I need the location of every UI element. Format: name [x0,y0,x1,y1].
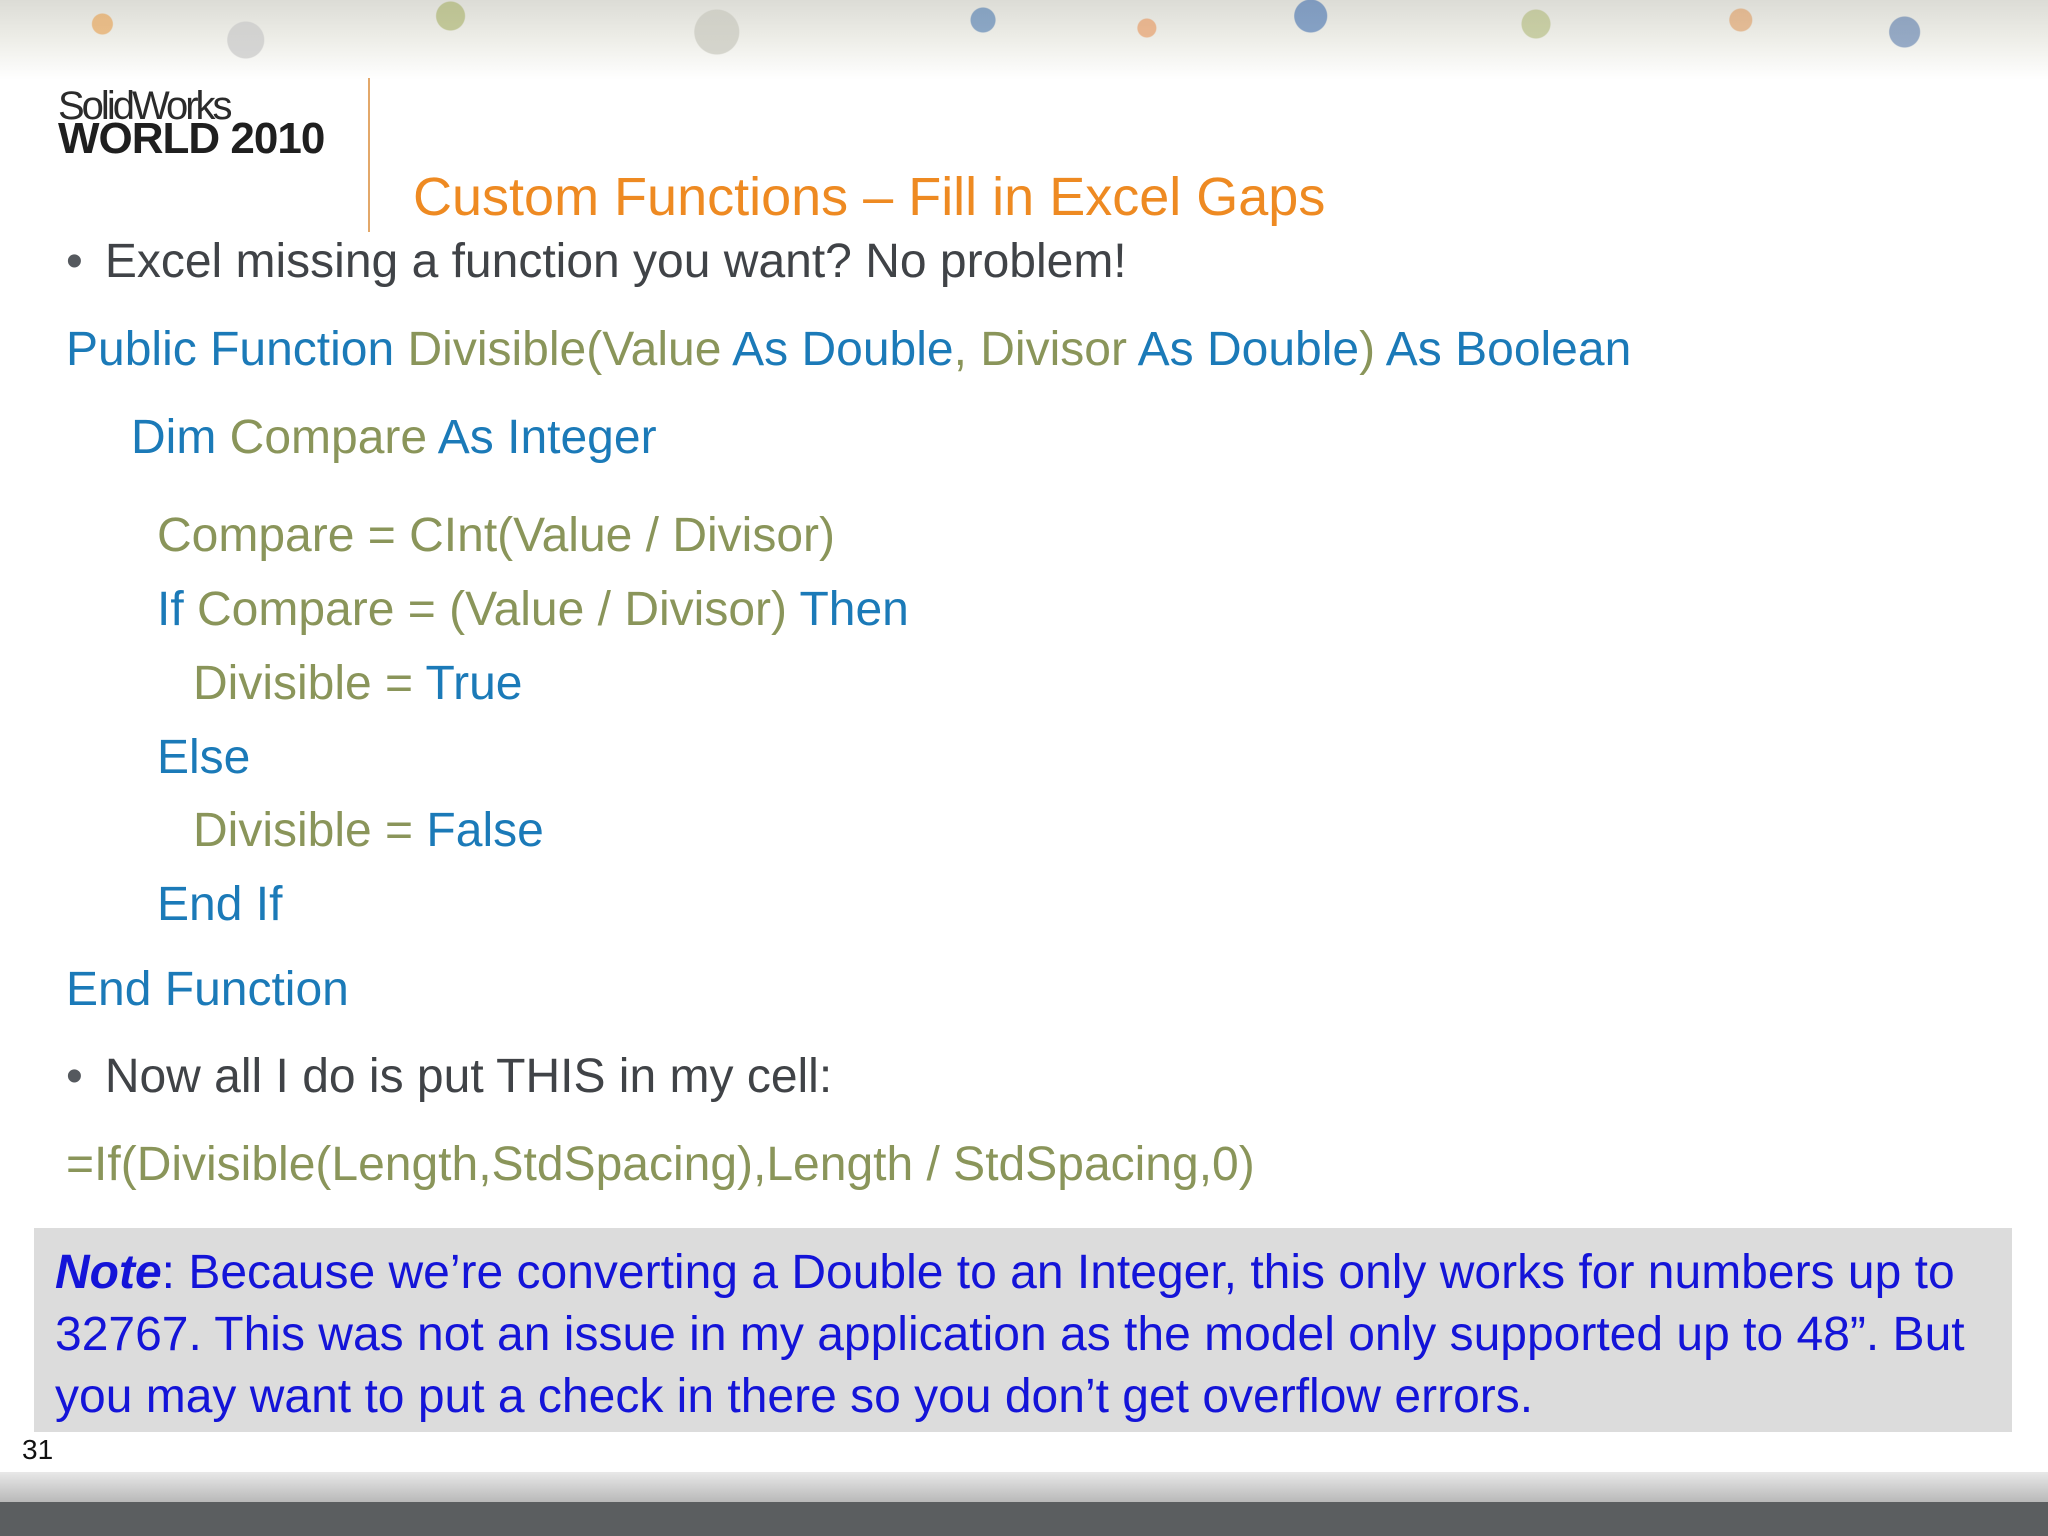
code-identifier: ) [1359,323,1376,376]
code-keyword: Dim [131,411,217,464]
note-body: : Because we’re converting a Double to a… [55,1246,1965,1423]
code-line-3: Compare = CInt(Value / Divisor) [157,508,835,563]
code-keyword: End If [157,878,283,931]
code-keyword: True [425,657,523,710]
code-line-6: Else [157,730,250,785]
slide-title: Custom Functions – Fill in Excel Gaps [413,167,1326,227]
code-line-5: Divisible = True [193,656,522,711]
code-keyword: If [157,583,184,636]
note-text: Note: Because we’re converting a Double … [55,1242,1995,1428]
code-identifier: Compare = (Value / Divisor) [197,583,787,636]
bullet-2-text: Now all I do is put THIS in my cell: [104,1050,833,1103]
code-keyword: Public Function [66,323,395,376]
note-box: Note: Because we’re converting a Double … [34,1228,2012,1432]
note-label: Note [55,1246,162,1299]
bullet-dot-icon: • [66,235,83,288]
code-keyword: False [426,804,544,857]
bullet-1: • Excel missing a function you want? No p… [66,234,1127,289]
code-line-1: Public Function Divisible(Value As Doubl… [66,322,1631,377]
code-line-2: Dim Compare As Integer [131,410,657,465]
decorative-banner [0,0,2048,80]
footer-band-dark [0,1502,2048,1536]
code-keyword: As Double [1137,323,1360,376]
code-identifier: Compare = CInt(Value / Divisor) [157,509,835,562]
code-line-7: Divisible = False [193,803,544,858]
footer-band-light [0,1472,2048,1502]
code-keyword: Else [157,731,251,784]
code-keyword: Then [799,583,909,636]
code-identifier: Divisible = [193,804,414,857]
logo-line-2: WORLD 2010 [58,114,325,163]
code-identifier: Divisible(Value [407,323,722,376]
code-keyword: As Boolean [1385,323,1632,376]
bullet-1-text: Excel missing a function you want? No pr… [104,235,1127,288]
bullet-dot-icon: • [66,1050,83,1103]
code-line-9: End Function [66,962,349,1017]
code-identifier: Divisible = [193,657,414,710]
solidworks-world-logo: SolidWorks WORLD 2010 [58,84,348,164]
header-divider [368,78,370,232]
excel-formula: =If(Divisible(Length,StdSpacing),Length … [66,1138,1255,1191]
code-keyword: End Function [66,963,349,1016]
code-identifier: Compare [229,411,428,464]
code-keyword: As Double [732,323,954,376]
code-keyword: As Integer [437,411,657,464]
code-line-8: End If [157,877,282,932]
code-line-4: If Compare = (Value / Divisor) Then [157,582,909,637]
bullet-2: • Now all I do is put THIS in my cell: [66,1049,832,1104]
code-identifier: , Divisor [953,323,1127,376]
page-number: 31 [22,1434,54,1465]
